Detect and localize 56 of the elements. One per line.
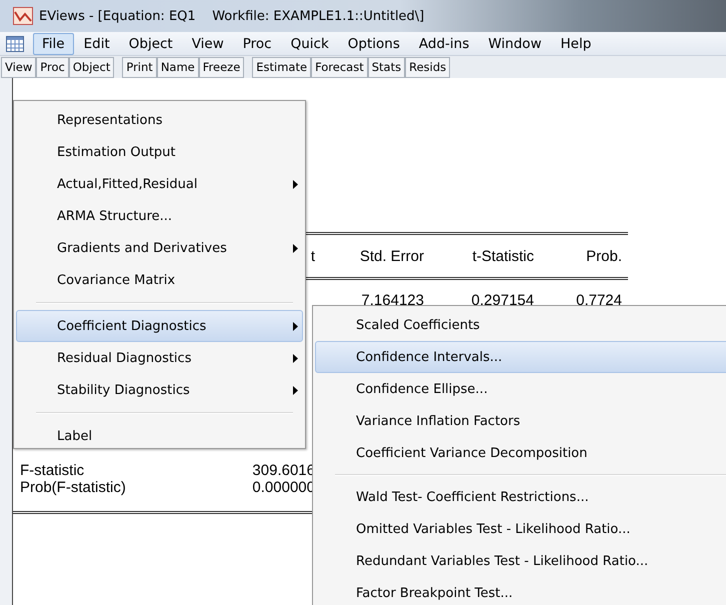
- toolbar-button[interactable]: Estimate: [252, 56, 312, 78]
- submenu-arrow-icon: [293, 322, 298, 330]
- submenu-arrow-icon: [293, 244, 298, 252]
- menu-item[interactable]: Edit: [74, 32, 119, 54]
- menu-item[interactable]: Options: [338, 32, 409, 54]
- toolbar-button[interactable]: Stats: [368, 56, 406, 78]
- grid-icon[interactable]: [6, 36, 24, 52]
- menu-item[interactable]: Object: [120, 32, 182, 54]
- table-cell-text: 7.164123: [360, 292, 425, 308]
- column-header: t: [310, 248, 315, 264]
- chart-icon: [13, 7, 33, 25]
- menu-item[interactable]: Confidence Ellipse...: [315, 373, 726, 405]
- menu-item[interactable]: Variance Inflation Factors: [315, 405, 726, 437]
- menu-item[interactable]: File: [33, 32, 74, 54]
- table-cell: Prob(F-statistic): [20, 479, 126, 496]
- menu-item[interactable]: Residual Diagnostics: [16, 342, 303, 374]
- menu-item[interactable]: Estimation Output: [16, 136, 303, 168]
- table-cell-text: 0.7724: [575, 292, 623, 308]
- menu-item[interactable]: Wald Test- Coefficient Restrictions...: [315, 481, 726, 513]
- toolbar-button[interactable]: Freeze: [198, 56, 244, 78]
- menu-item[interactable]: ARMA Structure...: [16, 200, 303, 232]
- submenu-arrow-icon: [293, 354, 298, 362]
- menu-item[interactable]: Covariance Matrix: [16, 264, 303, 296]
- menu-item[interactable]: Actual,Fitted,Residual: [16, 168, 303, 200]
- menu-item[interactable]: Confidence Intervals...: [315, 341, 726, 373]
- menu-item[interactable]: Add-ins: [410, 32, 478, 54]
- toolbar-button[interactable]: Print: [122, 56, 157, 78]
- column-header: Prob.: [585, 248, 623, 264]
- table-cell-text: 0.297154: [470, 292, 535, 308]
- table-cell: F-statistic: [20, 462, 84, 479]
- toolbar-button[interactable]: Proc: [36, 56, 69, 78]
- menu-item[interactable]: Stability Diagnostics: [16, 374, 303, 406]
- menu-item[interactable]: Omitted Variables Test - Likelihood Ratio...: [315, 513, 726, 545]
- menu-item[interactable]: Factor Breakpoint Test...: [315, 577, 726, 605]
- menu-item[interactable]: View: [182, 32, 233, 54]
- menu-item[interactable]: Gradients and Derivatives: [16, 232, 303, 264]
- menu-item[interactable]: Redundant Variables Test - Likelihood Ratio...: [315, 545, 726, 577]
- column-header: t-Statistic: [471, 248, 535, 264]
- window-title: EViews - [Equation: EQ1 Workfile: EXAMPLE1.1::Untitled\]: [39, 8, 424, 24]
- submenu-arrow-icon: [293, 386, 298, 394]
- column-header: Std. Error: [358, 248, 425, 264]
- menu-item[interactable]: Quick: [282, 32, 338, 54]
- toolbar-button[interactable]: Forecast: [311, 56, 368, 78]
- menu-item[interactable]: Coefficient Variance Decomposition: [315, 437, 726, 469]
- menu-item[interactable]: Coefficient Diagnostics: [16, 310, 303, 342]
- menu-item[interactable]: Help: [551, 32, 600, 54]
- menu-item[interactable]: Scaled Coefficients: [315, 309, 726, 341]
- toolbar-button[interactable]: Object: [68, 56, 114, 78]
- toolbar-button[interactable]: View: [1, 56, 36, 78]
- submenu-arrow-icon: [293, 180, 298, 188]
- toolbar-button[interactable]: Name: [156, 56, 199, 78]
- menu-item[interactable]: Label: [16, 420, 303, 452]
- menu-item[interactable]: Proc: [234, 32, 281, 54]
- menu-item[interactable]: Window: [479, 32, 550, 54]
- menu-item[interactable]: Representations: [16, 104, 303, 136]
- toolbar-button[interactable]: Resids: [405, 56, 450, 78]
